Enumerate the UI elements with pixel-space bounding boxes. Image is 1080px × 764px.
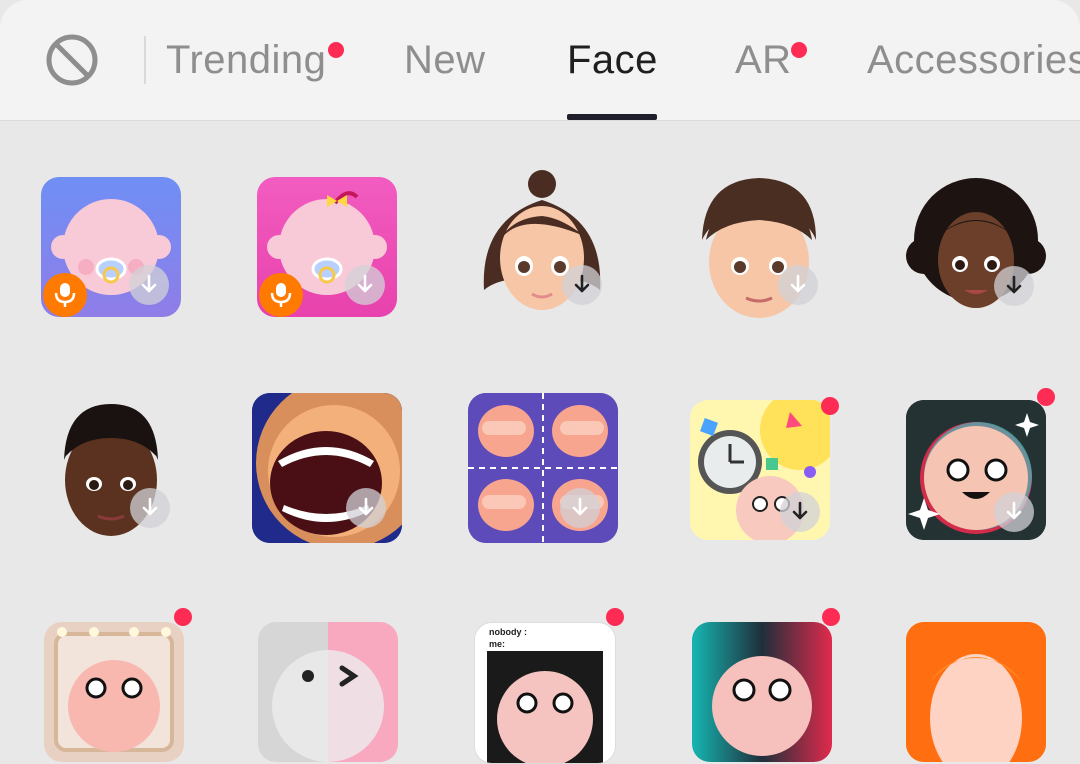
effects-grid: nobody : me:	[0, 120, 1080, 764]
download-icon[interactable]	[346, 488, 386, 528]
effect-clock-confetti[interactable]	[690, 397, 839, 540]
download-icon[interactable]	[130, 488, 170, 528]
effect-wink-face[interactable]	[258, 622, 398, 762]
microphone-icon	[43, 273, 87, 317]
tab-accessories[interactable]: Accessories	[867, 36, 1080, 84]
effect-avatar-woman-curly[interactable]	[904, 176, 1046, 316]
new-badge-dot	[174, 608, 192, 626]
tab-new[interactable]: New	[404, 36, 486, 84]
download-icon[interactable]	[994, 266, 1034, 306]
tab-divider	[144, 36, 146, 84]
download-icon[interactable]	[780, 492, 820, 532]
no-effect-icon[interactable]	[44, 32, 100, 88]
effect-thumbnail: nobody : me:	[474, 622, 616, 764]
effect-baby-face-blue[interactable]	[41, 177, 181, 317]
effect-mirror-lights[interactable]	[44, 608, 192, 762]
download-icon[interactable]	[778, 265, 818, 305]
effect-avatar-boy-brown-hair[interactable]	[694, 170, 834, 318]
effect-big-mouth[interactable]	[252, 393, 402, 543]
tab-ar-new-dot	[791, 42, 807, 58]
effect-orange-hair[interactable]	[906, 622, 1046, 762]
tab-ar[interactable]: AR	[735, 36, 792, 84]
new-badge-dot	[1037, 388, 1055, 406]
new-badge-dot	[606, 608, 624, 626]
download-icon[interactable]	[994, 492, 1034, 532]
effect-avatar-girl-bun[interactable]	[472, 170, 612, 310]
download-icon[interactable]	[345, 265, 385, 305]
effect-nobody-me-meme[interactable]: nobody : me:	[474, 608, 624, 764]
tab-trending-new-dot	[328, 42, 344, 58]
effect-face-grid-hands[interactable]	[468, 393, 618, 543]
download-icon[interactable]	[560, 488, 600, 528]
microphone-icon	[259, 273, 303, 317]
effect-thumbnail	[906, 622, 1046, 762]
effect-thumbnail	[258, 622, 398, 762]
effect-thumbnail	[692, 622, 832, 762]
tab-trending[interactable]: Trending	[166, 36, 326, 84]
effect-teal-red-face[interactable]	[692, 608, 840, 762]
tab-face[interactable]: Face	[567, 36, 658, 84]
download-icon[interactable]	[129, 265, 169, 305]
effect-thumbnail	[44, 622, 184, 762]
effect-sparkle-face[interactable]	[906, 388, 1055, 540]
effect-avatar-man-dark[interactable]	[56, 400, 196, 540]
effect-baby-face-pink[interactable]	[257, 177, 397, 317]
new-badge-dot	[822, 608, 840, 626]
effects-tab-bar: Trending New Face AR Accessories	[0, 0, 1080, 120]
download-icon[interactable]	[562, 265, 602, 305]
new-badge-dot	[821, 397, 839, 415]
